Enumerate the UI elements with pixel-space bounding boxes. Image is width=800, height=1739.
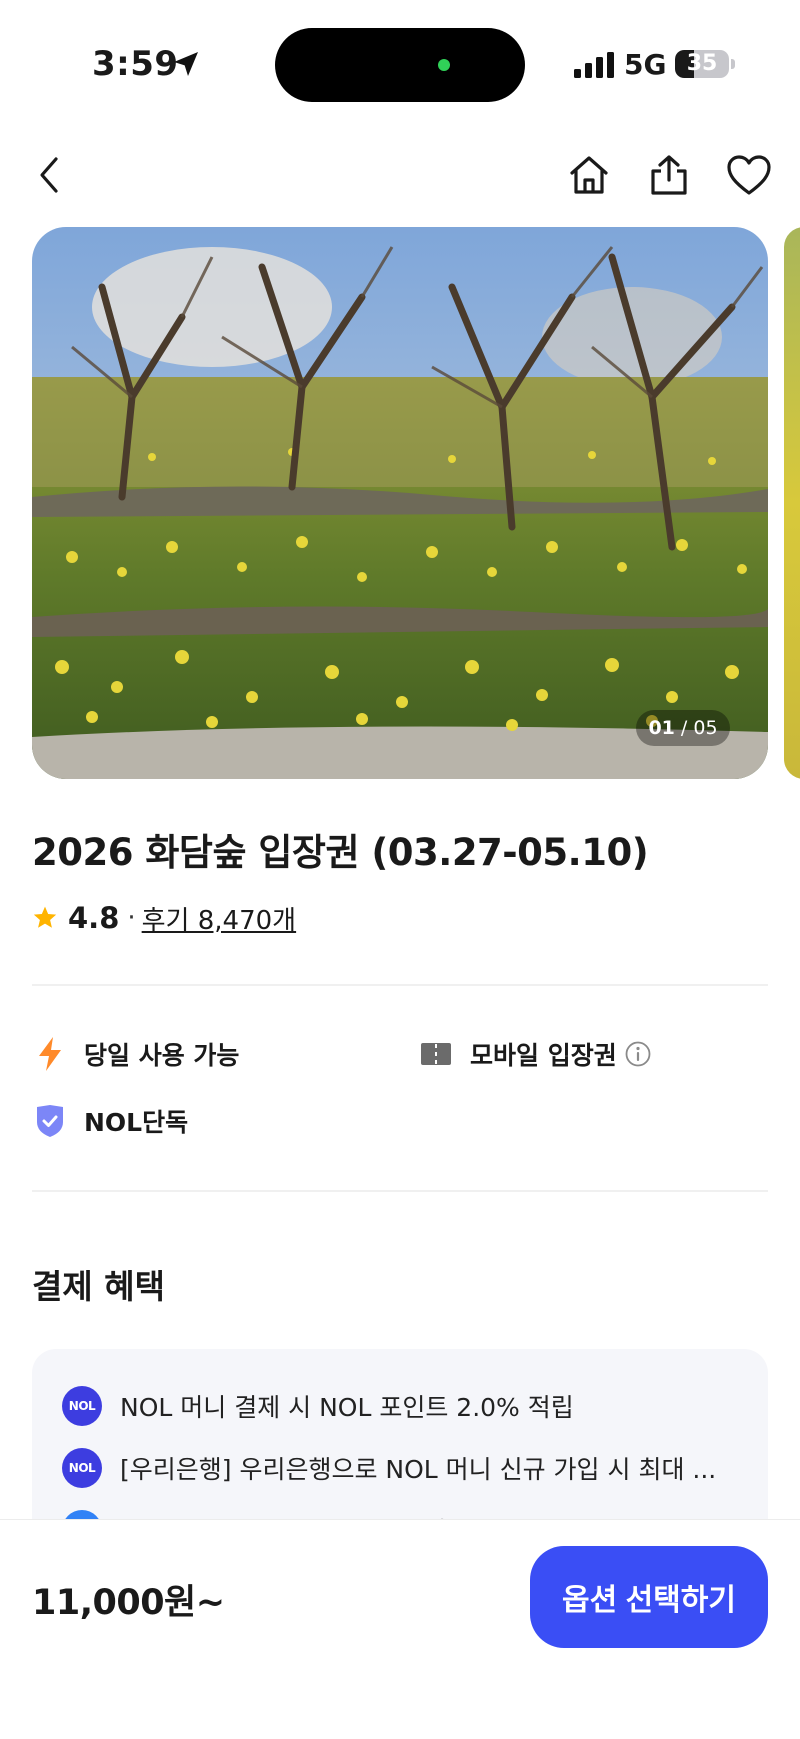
feature-label: NOL단독 bbox=[84, 1108, 189, 1137]
gallery-counter: 01 / 05 bbox=[636, 710, 730, 746]
battery-icon: 35 bbox=[675, 50, 729, 78]
product-image-gallery[interactable] bbox=[32, 227, 768, 779]
garden-photo bbox=[32, 227, 768, 779]
feature-label: 모바일 입장권 bbox=[470, 1041, 617, 1070]
nol-badge-icon: NOL bbox=[62, 1448, 102, 1488]
battery-cap bbox=[731, 59, 735, 69]
info-icon[interactable] bbox=[625, 1041, 651, 1067]
signal-bars-icon bbox=[574, 52, 614, 78]
rating-separator: · bbox=[127, 903, 136, 933]
gallery-separator: / bbox=[674, 717, 694, 739]
favorite-button[interactable] bbox=[724, 150, 774, 200]
benefits-title: 결제 혜택 bbox=[32, 1267, 165, 1306]
status-bar: 3:59 5G 35 bbox=[0, 0, 800, 130]
dynamic-island bbox=[275, 28, 525, 102]
location-arrow-icon bbox=[174, 52, 198, 76]
feature-label: 당일 사용 가능 bbox=[84, 1041, 240, 1070]
reviews-link[interactable]: 후기 8,470개 bbox=[142, 900, 296, 937]
back-button[interactable] bbox=[25, 150, 75, 200]
network-type: 5G bbox=[624, 48, 667, 81]
share-icon bbox=[651, 155, 687, 195]
feature-nol-exclusive: NOL단독 bbox=[32, 1101, 188, 1141]
product-title: 2026 화담숲 입장권 (03.27-05.10) bbox=[32, 831, 649, 874]
next-image-peek[interactable] bbox=[784, 227, 800, 779]
gallery-total: 05 bbox=[693, 717, 718, 739]
select-option-button[interactable]: 옵션 선택하기 bbox=[530, 1546, 768, 1648]
benefit-item[interactable]: NOL [우리은행] 우리은행으로 NOL 머니 신규 가입 시 최대 ... bbox=[62, 1446, 742, 1490]
divider bbox=[32, 984, 768, 986]
rating-value: 4.8 bbox=[68, 901, 120, 935]
shield-check-icon bbox=[37, 1105, 63, 1137]
back-icon bbox=[40, 157, 58, 193]
star-icon bbox=[33, 906, 57, 928]
camera-indicator bbox=[438, 59, 450, 71]
rating-row: 4.8 · 후기 8,470개 bbox=[32, 898, 296, 938]
home-button[interactable] bbox=[564, 150, 614, 200]
lightning-icon bbox=[39, 1037, 61, 1071]
benefit-text: NOL 머니 결제 시 NOL 포인트 2.0% 적립 bbox=[120, 1393, 574, 1422]
status-time: 3:59 bbox=[92, 44, 179, 84]
benefit-text: [우리은행] 우리은행으로 NOL 머니 신규 가입 시 최대 ... bbox=[120, 1455, 717, 1484]
battery-level: 35 bbox=[686, 51, 718, 76]
price: 11,000원~ bbox=[32, 1583, 225, 1623]
divider bbox=[32, 1190, 768, 1192]
heart-icon bbox=[727, 155, 771, 195]
feature-mobile-ticket: 모바일 입장권 bbox=[418, 1034, 651, 1074]
feature-same-day: 당일 사용 가능 bbox=[32, 1034, 239, 1074]
benefit-item[interactable]: NOL NOL 머니 결제 시 NOL 포인트 2.0% 적립 bbox=[62, 1384, 742, 1428]
nol-badge-icon: NOL bbox=[62, 1386, 102, 1426]
home-icon bbox=[570, 156, 608, 194]
ticket-icon bbox=[421, 1043, 451, 1065]
share-button[interactable] bbox=[644, 150, 694, 200]
gallery-current: 01 bbox=[648, 717, 675, 739]
